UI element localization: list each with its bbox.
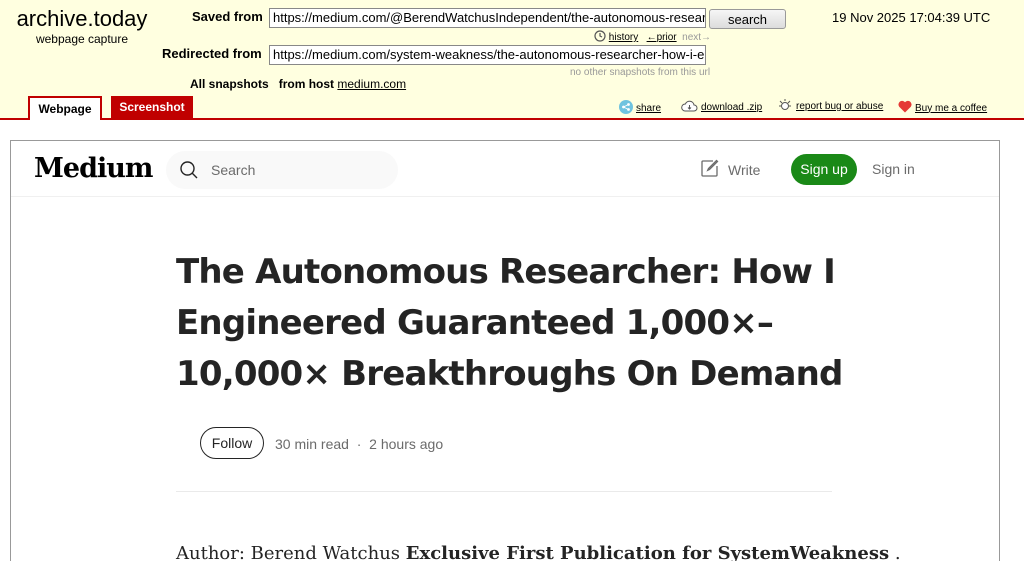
article-author-line: Author: Berend Watchus Exclusive First P… bbox=[176, 543, 901, 561]
heart-icon bbox=[898, 100, 912, 116]
article-divider bbox=[176, 491, 832, 492]
write-button[interactable]: Write bbox=[699, 158, 760, 182]
tab-webpage[interactable]: Webpage bbox=[28, 96, 102, 120]
search-input[interactable]: Search bbox=[211, 162, 255, 178]
article-title: The Autonomous Researcher: How I Enginee… bbox=[176, 252, 843, 394]
archive-header: archive.today webpage capture Saved from… bbox=[0, 0, 1024, 120]
meta-separator: · bbox=[356, 436, 362, 452]
medium-logo[interactable]: Medium bbox=[34, 153, 153, 184]
redirected-from-label: Redirected from bbox=[162, 46, 262, 61]
all-snapshots-label: All snapshots bbox=[190, 77, 269, 91]
article-meta: 30 min read · 2 hours ago bbox=[275, 436, 443, 452]
history-nav: history ←prior next→ bbox=[594, 30, 711, 45]
report-label: report bug or abuse bbox=[796, 101, 884, 112]
medium-navbar: Medium Search Write Sign up Sign in bbox=[11, 141, 999, 197]
tab-screenshot[interactable]: Screenshot bbox=[111, 96, 193, 119]
history-link[interactable]: history bbox=[609, 32, 638, 43]
coffee-label: Buy me a coffee bbox=[915, 102, 988, 114]
author-prefix: Author: Berend Watchus bbox=[176, 543, 406, 561]
clock-icon bbox=[594, 30, 606, 45]
write-icon bbox=[699, 158, 720, 182]
share-icon bbox=[619, 100, 633, 117]
prior-link[interactable]: ←prior bbox=[647, 32, 677, 43]
header-divider bbox=[0, 118, 1024, 120]
no-other-snapshots-note: no other snapshots from this url bbox=[570, 67, 711, 78]
share-button[interactable]: share bbox=[619, 100, 661, 117]
download-zip-button[interactable]: download .zip bbox=[681, 100, 762, 115]
search-button[interactable]: search bbox=[709, 9, 786, 29]
author-suffix: . bbox=[889, 543, 901, 561]
medium-search-box[interactable]: Search bbox=[166, 151, 398, 189]
redirected-from-url-input[interactable]: https://medium.com/system-weakness/the-a… bbox=[269, 45, 706, 65]
download-label: download .zip bbox=[701, 102, 763, 113]
write-label: Write bbox=[728, 162, 761, 178]
captured-webpage-frame: Medium Search Write Sign up Sign in The … bbox=[10, 140, 1000, 561]
from-host-label: from host bbox=[278, 77, 335, 91]
saved-from-url-input[interactable]: https://medium.com/@BerendWatchusIndepen… bbox=[269, 8, 706, 28]
sign-up-button[interactable]: Sign up bbox=[791, 154, 857, 185]
saved-from-label: Saved from bbox=[192, 9, 263, 24]
cloud-download-icon bbox=[681, 100, 698, 115]
archive-logo[interactable]: archive.today bbox=[12, 6, 152, 32]
next-link: next→ bbox=[682, 32, 712, 44]
sign-in-link[interactable]: Sign in bbox=[872, 161, 915, 177]
bug-icon bbox=[777, 97, 793, 116]
read-time: 30 min read bbox=[275, 436, 349, 452]
all-snapshots-row: All snapshots from host medium.com bbox=[190, 77, 406, 91]
host-link[interactable]: medium.com bbox=[337, 77, 406, 91]
capture-timestamp: 19 Nov 2025 17:04:39 UTC bbox=[832, 10, 991, 25]
share-label: share bbox=[636, 103, 662, 114]
archive-brand[interactable]: archive.today webpage capture bbox=[12, 6, 152, 46]
follow-button[interactable]: Follow bbox=[200, 427, 264, 459]
posted-time: 2 hours ago bbox=[369, 436, 444, 452]
author-publication: Exclusive First Publication for SystemWe… bbox=[405, 543, 890, 561]
buy-coffee-button[interactable]: Buy me a coffee bbox=[898, 100, 987, 116]
report-bug-button[interactable]: report bug or abuse bbox=[777, 97, 883, 116]
archive-tagline: webpage capture bbox=[35, 32, 129, 46]
